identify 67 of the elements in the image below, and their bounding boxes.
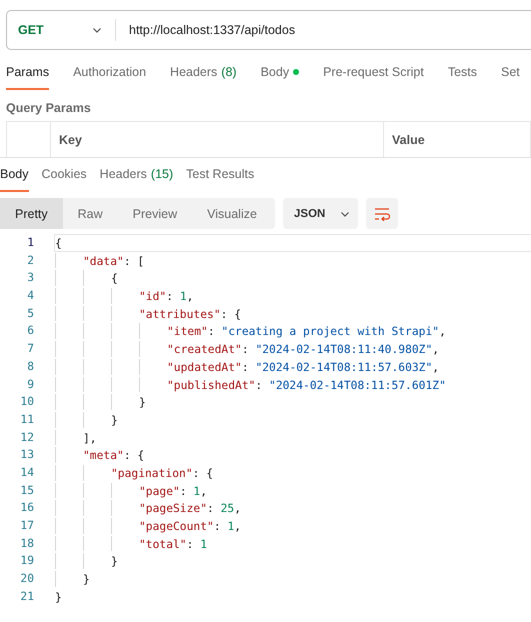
code-line: } <box>139 395 146 410</box>
line-number: 11 <box>19 412 35 428</box>
code-line: "pageCount": 1, <box>139 519 242 534</box>
code-line: "attributes": { <box>139 306 242 322</box>
request-tab[interactable]: Pre-request Script <box>323 56 424 90</box>
request-tab[interactable]: Headers (8) <box>170 56 237 90</box>
wrap-lines-button[interactable] <box>366 198 398 229</box>
code-line: "createdAt": "2024-02-14T08:11:40.980Z", <box>167 342 440 357</box>
request-tab[interactable]: Body <box>260 56 300 90</box>
code-line: "pagination": { <box>111 466 214 481</box>
line-number: 3 <box>26 270 35 286</box>
view-mode-tab[interactable]: Raw <box>62 198 118 229</box>
view-mode-tab[interactable]: Preview <box>118 198 192 229</box>
response-tab[interactable]: Test Results <box>186 158 254 192</box>
line-number: 18 <box>19 536 35 552</box>
line-number: 15 <box>19 482 35 499</box>
code-line: ], <box>83 430 97 446</box>
code-line: { <box>55 236 62 251</box>
section-title: Query Params <box>6 101 92 115</box>
wrap-lines-icon <box>374 206 390 220</box>
line-number: 4 <box>26 288 35 304</box>
line-number: 12 <box>19 430 35 446</box>
line-number: 7 <box>26 341 35 358</box>
code-line: } <box>55 590 62 604</box>
response-tab[interactable]: Headers (15) <box>100 158 174 192</box>
code-line: "id": 1, <box>139 289 194 304</box>
code-line: } <box>83 572 90 587</box>
line-number: 14 <box>19 464 35 481</box>
format-dropdown[interactable]: JSON <box>283 198 358 229</box>
method-dropdown[interactable]: GET <box>7 11 115 49</box>
url-field[interactable]: http://localhost:1337/api/todos <box>116 23 296 37</box>
request-tab[interactable]: Set <box>501 56 520 90</box>
line-number: 9 <box>26 376 35 392</box>
code-line: "total": 1 <box>139 536 208 552</box>
view-mode-tab[interactable]: Visualize <box>192 198 272 229</box>
response-tab[interactable]: Cookies <box>42 158 87 192</box>
line-number: 16 <box>19 500 35 516</box>
code-line: } <box>111 412 118 428</box>
view-mode-tab[interactable]: Pretty <box>0 198 63 229</box>
request-tab[interactable]: Authorization <box>73 56 146 90</box>
line-number: 1 <box>26 235 35 251</box>
line-number: 21 <box>19 588 35 605</box>
column-header: Key <box>51 122 384 157</box>
format-label: JSON <box>294 208 326 220</box>
code-line: "page": 1, <box>139 484 208 498</box>
code-line: "publishedAt": "2024-02-14T08:11:57.601Z" <box>167 378 446 392</box>
code-line: } <box>111 554 118 570</box>
line-number: 20 <box>19 571 35 588</box>
column-header: Value <box>384 122 531 157</box>
line-number: 10 <box>19 394 35 410</box>
code-line: "updatedAt": "2024-02-14T08:11:57.603Z", <box>167 360 440 374</box>
line-number: 13 <box>19 447 35 464</box>
line-number: 2 <box>26 252 35 269</box>
line-number: 5 <box>26 306 35 322</box>
request-tab[interactable]: Params <box>6 56 50 90</box>
code-line: "data": [ <box>83 254 144 268</box>
method-label: GET <box>18 23 44 37</box>
line-number: 8 <box>26 358 35 375</box>
code-line: "meta": { <box>83 448 144 463</box>
line-number: 19 <box>19 553 35 570</box>
code-line: "item": "creating a project with Strapi", <box>167 324 446 340</box>
code-line: "pageSize": 25, <box>139 501 242 516</box>
line-number: 17 <box>19 518 35 534</box>
line-number: 6 <box>26 323 35 340</box>
request-tab[interactable]: Tests <box>448 56 477 90</box>
code-line: { <box>111 271 118 286</box>
response-tab[interactable]: Body <box>0 158 28 192</box>
